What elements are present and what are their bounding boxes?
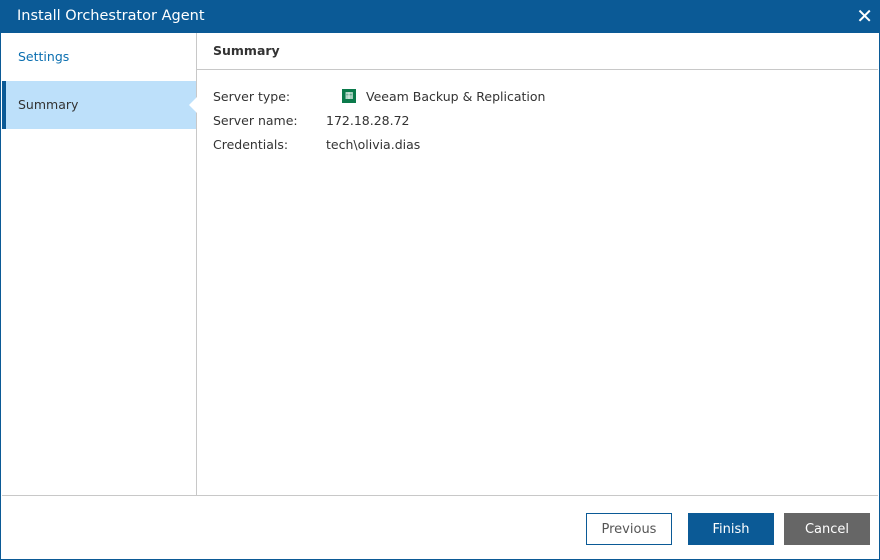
cancel-button[interactable]: Cancel xyxy=(784,513,870,545)
row-server-name: Server name: 172.18.28.72 xyxy=(213,108,862,132)
dialog-title: Install Orchestrator Agent xyxy=(17,8,205,24)
step-settings[interactable]: Settings xyxy=(2,33,196,81)
finish-button[interactable]: Finish xyxy=(688,513,774,545)
previous-button[interactable]: Previous xyxy=(586,513,672,545)
section-heading: Summary xyxy=(197,33,878,70)
dialog-window: Install Orchestrator Agent ✕ Settings Sum… xyxy=(0,0,880,560)
value: Veeam Backup & Replication xyxy=(366,88,546,104)
value: tech\olivia.dias xyxy=(326,136,421,152)
label: Server type: xyxy=(213,88,291,104)
summary-panel: Summary Server type: ▦ Veeam Backup & Repl… xyxy=(197,33,878,495)
dialog-footer: Previous Finish Cancel xyxy=(2,495,878,558)
wizard-steps: Settings Summary xyxy=(2,33,197,495)
row-credentials: Credentials: tech\olivia.dias xyxy=(213,132,862,156)
value: 172.18.28.72 xyxy=(326,112,410,128)
label: Server name: xyxy=(213,112,298,128)
label: Credentials: xyxy=(213,136,289,152)
veeam-server-icon: ▦ xyxy=(342,89,356,103)
row-server-type: Server type: ▦ Veeam Backup & Replication xyxy=(213,84,862,108)
dialog-title-bar: Install Orchestrator Agent ✕ xyxy=(1,1,880,33)
close-icon[interactable]: ✕ xyxy=(856,4,873,28)
step-summary[interactable]: Summary xyxy=(2,81,197,129)
